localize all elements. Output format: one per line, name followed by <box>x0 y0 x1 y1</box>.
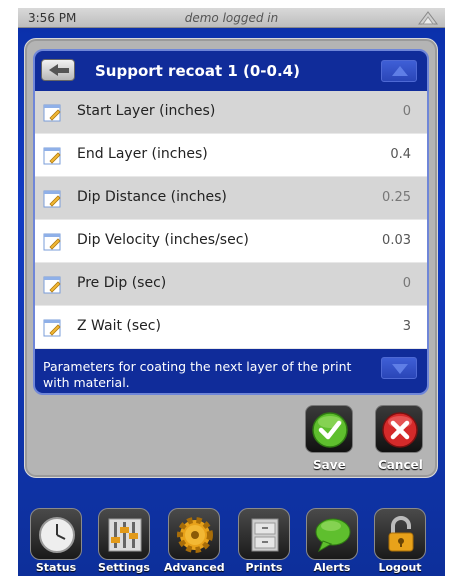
edit-note-icon <box>43 319 61 337</box>
close-icon <box>382 412 418 448</box>
signal-icon <box>418 11 438 25</box>
edit-note-icon <box>43 147 61 165</box>
edit-note-icon <box>43 190 61 208</box>
row-value: 0.4 <box>390 147 411 162</box>
cancel-button[interactable] <box>375 405 423 453</box>
row-label: Start Layer (inches) <box>77 103 216 119</box>
row-z-wait[interactable]: Z Wait (sec) 3 <box>35 306 427 349</box>
speech-bubble-icon <box>315 518 351 553</box>
row-value: 0.03 <box>382 233 411 248</box>
dock-label: Advanced <box>164 561 225 574</box>
row-start-layer[interactable]: Start Layer (inches) 0 <box>35 91 427 134</box>
gear-icon <box>177 517 213 553</box>
row-value: 3 <box>402 319 411 334</box>
dock-label: Logout <box>378 561 422 574</box>
arrow-up-icon <box>392 66 408 76</box>
save-label: Save <box>313 458 346 472</box>
row-label: Dip Distance (inches) <box>77 189 227 205</box>
row-label: Dip Velocity (inches/sec) <box>77 232 249 248</box>
back-button[interactable] <box>41 59 75 81</box>
sliders-icon <box>108 518 142 552</box>
checkmark-icon <box>312 412 348 448</box>
dock-logout[interactable]: Logout <box>370 498 430 576</box>
cancel-label: Cancel <box>378 458 423 472</box>
dock-label: Settings <box>98 561 150 574</box>
scroll-up-button[interactable] <box>381 60 417 82</box>
bottom-dock: Status Settings Advanced Prints Alerts L… <box>18 498 445 576</box>
row-dip-velocity[interactable]: Dip Velocity (inches/sec) 0.03 <box>35 220 427 263</box>
padlock-icon <box>388 516 414 552</box>
clock-icon <box>39 517 75 553</box>
row-label: End Layer (inches) <box>77 146 208 162</box>
dock-label: Prints <box>245 561 283 574</box>
logged-in-text: demo logged in <box>184 11 279 25</box>
list-header: Support recoat 1 (0-0.4) <box>35 51 427 91</box>
row-value: 0 <box>402 104 411 119</box>
edit-note-icon <box>43 233 61 251</box>
edit-note-icon <box>43 276 61 294</box>
row-dip-distance[interactable]: Dip Distance (inches) 0.25 <box>35 177 427 220</box>
dock-advanced[interactable]: Advanced <box>164 498 225 576</box>
row-end-layer[interactable]: End Layer (inches) 0.4 <box>35 134 427 177</box>
dock-status[interactable]: Status <box>26 498 86 576</box>
parameter-list: Support recoat 1 (0-0.4) Start Layer (in… <box>33 49 429 395</box>
device-screen: 3:56 PM demo logged in Support recoat 1 … <box>18 8 445 576</box>
file-cabinet-icon <box>251 518 279 552</box>
panel-title: Support recoat 1 (0-0.4) <box>95 62 300 80</box>
dock-alerts[interactable]: Alerts <box>302 498 362 576</box>
status-bar: 3:56 PM demo logged in <box>18 8 445 28</box>
dock-label: Status <box>35 561 77 574</box>
parameter-rows: Start Layer (inches) 0 End Layer (inches… <box>35 91 427 349</box>
description-text: Parameters for coating the next layer of… <box>43 359 352 390</box>
row-label: Pre Dip (sec) <box>77 275 167 291</box>
settings-panel: Support recoat 1 (0-0.4) Start Layer (in… <box>24 38 438 478</box>
row-value: 0 <box>402 276 411 291</box>
edit-note-icon <box>43 104 61 122</box>
dock-settings[interactable]: Settings <box>94 498 154 576</box>
row-label: Z Wait (sec) <box>77 318 161 334</box>
dock-prints[interactable]: Prints <box>234 498 294 576</box>
row-value: 0.25 <box>382 190 411 205</box>
row-pre-dip[interactable]: Pre Dip (sec) 0 <box>35 263 427 306</box>
save-button[interactable] <box>305 405 353 453</box>
scroll-down-button[interactable] <box>381 357 417 379</box>
arrow-down-icon <box>392 364 408 374</box>
dock-label: Alerts <box>313 561 351 574</box>
